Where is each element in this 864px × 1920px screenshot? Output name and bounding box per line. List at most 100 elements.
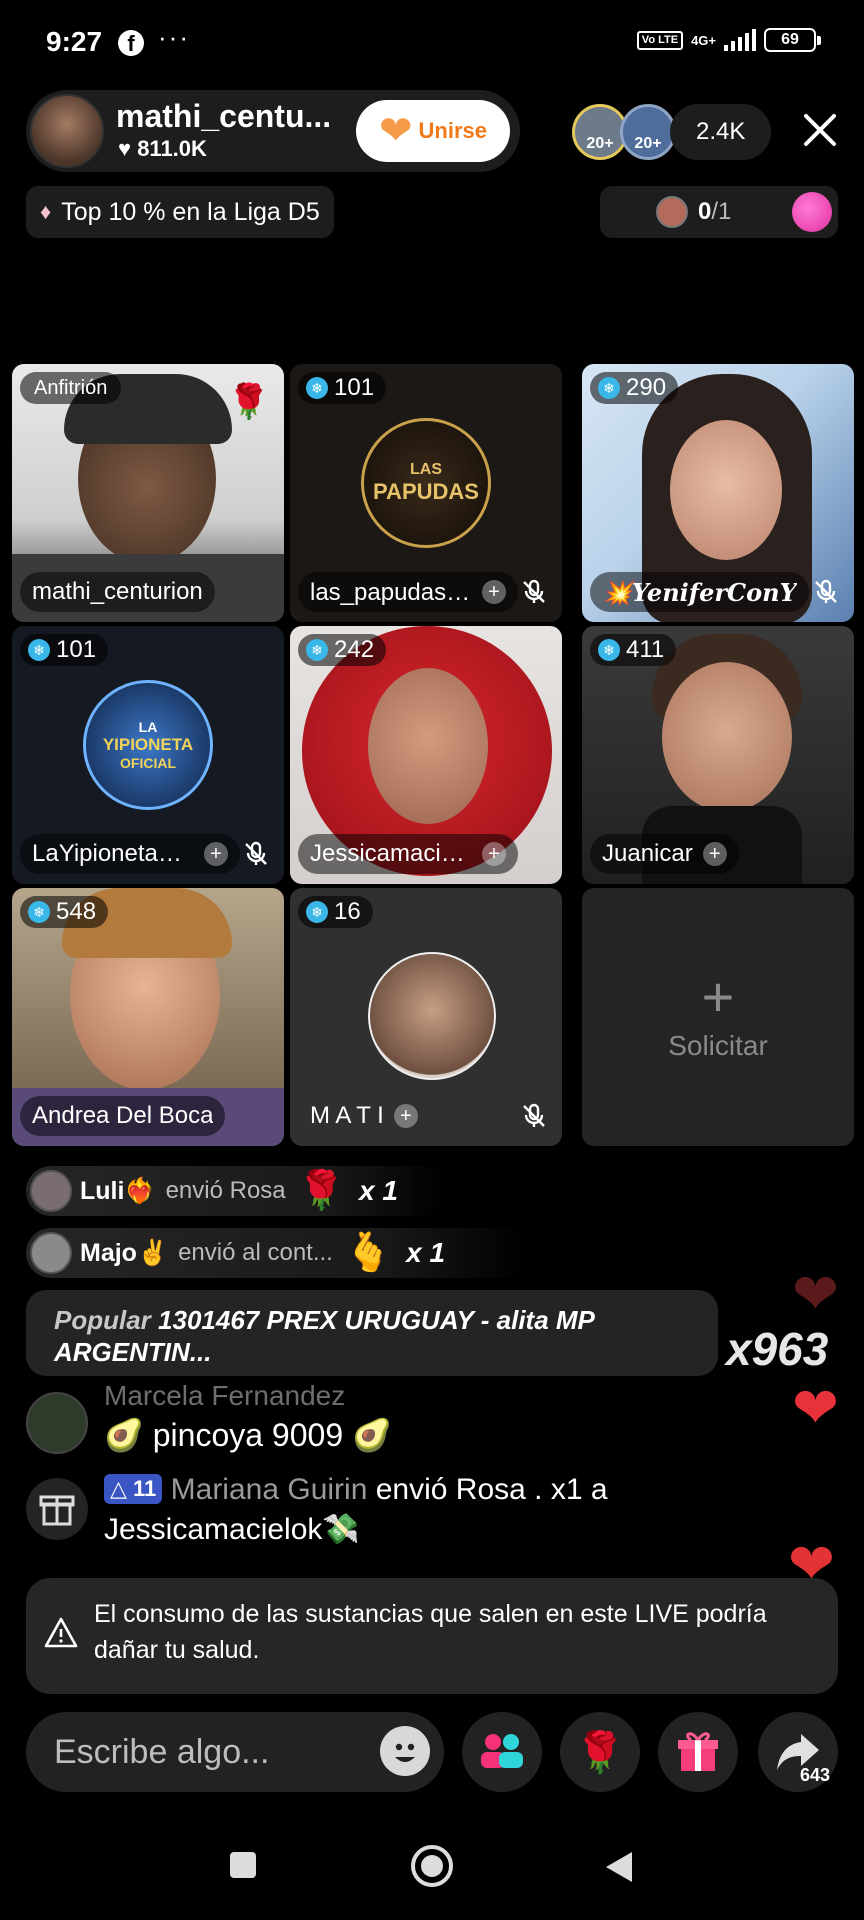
gifter-avatar	[30, 1170, 72, 1212]
user-level-badge: △ 11	[104, 1474, 163, 1504]
heart-icon: ❤	[792, 1376, 839, 1439]
league-badge[interactable]: ♦ Top 10 % en la Liga D5	[26, 186, 334, 238]
guest-name: Andrea Del Boca	[20, 1096, 226, 1136]
guest-name: las_papudas🔥 +	[298, 572, 518, 612]
clock: 9:27	[46, 26, 103, 57]
gifter-name: Luli❤️‍🔥	[80, 1176, 156, 1205]
likes-count: 811.0K	[137, 136, 207, 161]
guest-name: mathi_centurion	[20, 572, 215, 612]
rose-gift-button[interactable]: 🌹	[560, 1712, 640, 1792]
system-nav-bar	[0, 1820, 864, 1920]
league-label: Top 10 % en la Liga D5	[61, 197, 320, 226]
guest-tile-jessicamacielok[interactable]: ❄242 Jessicamacielok...+	[290, 626, 562, 884]
notice-text: El consumo de las sustancias que salen e…	[94, 1600, 767, 1664]
gift-message: envió al cont...	[178, 1239, 333, 1266]
guests-button[interactable]	[462, 1712, 542, 1792]
health-warning-notice: El consumo de las sustancias que salen e…	[26, 1578, 838, 1694]
viewer-count[interactable]: 2.4K	[670, 104, 772, 160]
host-likes: ♥ 811.0K	[118, 136, 207, 162]
guest-name: 💥YeniferConY	[590, 572, 809, 612]
guest-tile-mati[interactable]: ❄ 16 M A T I +	[290, 888, 562, 1146]
join-button[interactable]: ❤ Unirse	[356, 100, 510, 162]
facebook-icon: f	[118, 30, 144, 56]
finger-heart-icon: 🫰	[344, 1232, 393, 1274]
mic-muted-icon	[523, 579, 545, 603]
mic-muted-icon	[523, 1103, 545, 1127]
follow-plus-icon[interactable]: +	[702, 842, 727, 866]
follow-plus-icon[interactable]: +	[482, 842, 506, 866]
mic-muted-icon	[245, 841, 267, 865]
rose-icon: 🌹	[297, 1170, 345, 1212]
guest-tile-layipioneta[interactable]: LA YIPIONETA OFICIAL ❄ 101 LaYipionetaO..…	[12, 626, 284, 884]
heart-icon: ♥	[118, 136, 132, 161]
diamond-icon: ❄	[306, 901, 328, 923]
request-seat-button[interactable]: + Solicitar	[582, 888, 854, 1146]
heart-icon: ❤	[792, 1262, 839, 1325]
join-label: Unirse	[418, 118, 487, 143]
user-avatar[interactable]	[26, 1392, 88, 1454]
diamond-icon: ❄	[598, 377, 620, 399]
guest-avatar	[368, 952, 496, 1080]
host-avatar[interactable]	[30, 94, 104, 168]
goal-counter: 0/1	[698, 198, 732, 225]
diamond-icon: ♦	[40, 199, 52, 224]
gift-button[interactable]	[658, 1712, 738, 1792]
guest-tile-yenifer[interactable]: ❄ 290 💥YeniferConY	[582, 364, 854, 622]
bottom-action-bar: Escribe algo... 🌹 643	[0, 1712, 864, 1792]
follow-plus-icon[interactable]: +	[393, 1104, 418, 1128]
score-badge: ❄ 101	[20, 634, 109, 666]
comment-placeholder: Escribe algo...	[54, 1733, 270, 1771]
signal-icon	[724, 29, 756, 51]
la-yipioneta-logo: LA YIPIONETA OFICIAL	[83, 679, 213, 810]
share-button[interactable]: 643	[758, 1712, 838, 1792]
guest-name: Juanicar +	[590, 834, 739, 874]
rose-icon: 🌹	[575, 1730, 625, 1775]
more-notifications-icon: ···	[158, 22, 190, 52]
guest-grid: Anfitrión 🌹 mathi_centurion LAS PAPUDAS …	[12, 364, 854, 1146]
recents-button[interactable]	[228, 1850, 258, 1885]
close-icon[interactable]	[800, 110, 840, 150]
mic-muted-icon	[815, 579, 837, 603]
host-info[interactable]: mathi_centu... ♥ 811.0K ❤ Unirse	[26, 90, 520, 172]
guest-tile-juanicar[interactable]: ❄ 411 Juanicar +	[582, 626, 854, 884]
guest-tile-andrea-del-boca[interactable]: ❄ 548 Andrea Del Boca	[12, 888, 284, 1146]
gift-notification[interactable]: Luli❤️‍🔥 envió Rosa 🌹 x 1	[26, 1166, 446, 1216]
popular-banner[interactable]: Popular 1301467 PREX URUGUAY - alita MP …	[26, 1290, 718, 1376]
score-badge: ❄ 411	[590, 634, 677, 666]
chat-text: 🥑 pincoya 9009 🥑	[104, 1417, 392, 1453]
volte-icon: Vo LTE	[636, 30, 684, 50]
share-count: 643	[799, 1765, 830, 1785]
chat-username[interactable]: Marcela Fernandez	[104, 1380, 345, 1412]
back-button[interactable]	[604, 1850, 634, 1889]
home-button[interactable]	[410, 1844, 454, 1893]
host-name[interactable]: mathi_centu...	[116, 98, 346, 135]
gift-box-icon	[26, 1478, 88, 1540]
las-papudas-logo: LAS PAPUDAS	[361, 417, 491, 548]
plus-icon: +	[701, 965, 735, 1028]
follow-plus-icon[interactable]: +	[482, 580, 506, 604]
like-combo-counter: x963	[726, 1323, 829, 1375]
gift-notification[interactable]: Majo✌️ envió al cont... 🫰 x 1	[26, 1228, 526, 1278]
diamond-icon: ❄	[28, 901, 50, 923]
guest-tile-las-papudas[interactable]: LAS PAPUDAS ❄ 101 las_papudas🔥 +	[290, 364, 562, 622]
diamond-icon: ❄	[28, 639, 50, 661]
top-viewer-avatar[interactable]: 20+	[620, 104, 676, 160]
score-badge: ❄ 101	[298, 372, 387, 404]
comment-input[interactable]: Escribe algo...	[26, 1712, 444, 1792]
viewer-list[interactable]: 20+ 20+ 2.4K	[572, 104, 772, 160]
network-type: 4G+	[691, 32, 716, 48]
diamond-icon: ❄	[598, 639, 620, 661]
guest-name: M A T I +	[298, 1096, 430, 1136]
warning-icon	[44, 1617, 78, 1648]
goal-progress[interactable]: 0/1	[600, 186, 838, 238]
gift-icon	[678, 1732, 718, 1771]
chat-username[interactable]: Mariana Guirin	[171, 1473, 368, 1506]
emoji-icon[interactable]	[380, 1726, 430, 1776]
follow-plus-icon[interactable]: +	[204, 842, 228, 866]
battery-indicator: 69	[764, 28, 821, 52]
guest-tile-host[interactable]: Anfitrión 🌹 mathi_centurion	[12, 364, 284, 622]
score-badge: ❄ 548	[20, 896, 109, 928]
score-badge: ❄ 290	[590, 372, 679, 404]
score-badge: ❄ 16	[298, 896, 373, 928]
pink-creature-icon[interactable]	[792, 192, 832, 232]
